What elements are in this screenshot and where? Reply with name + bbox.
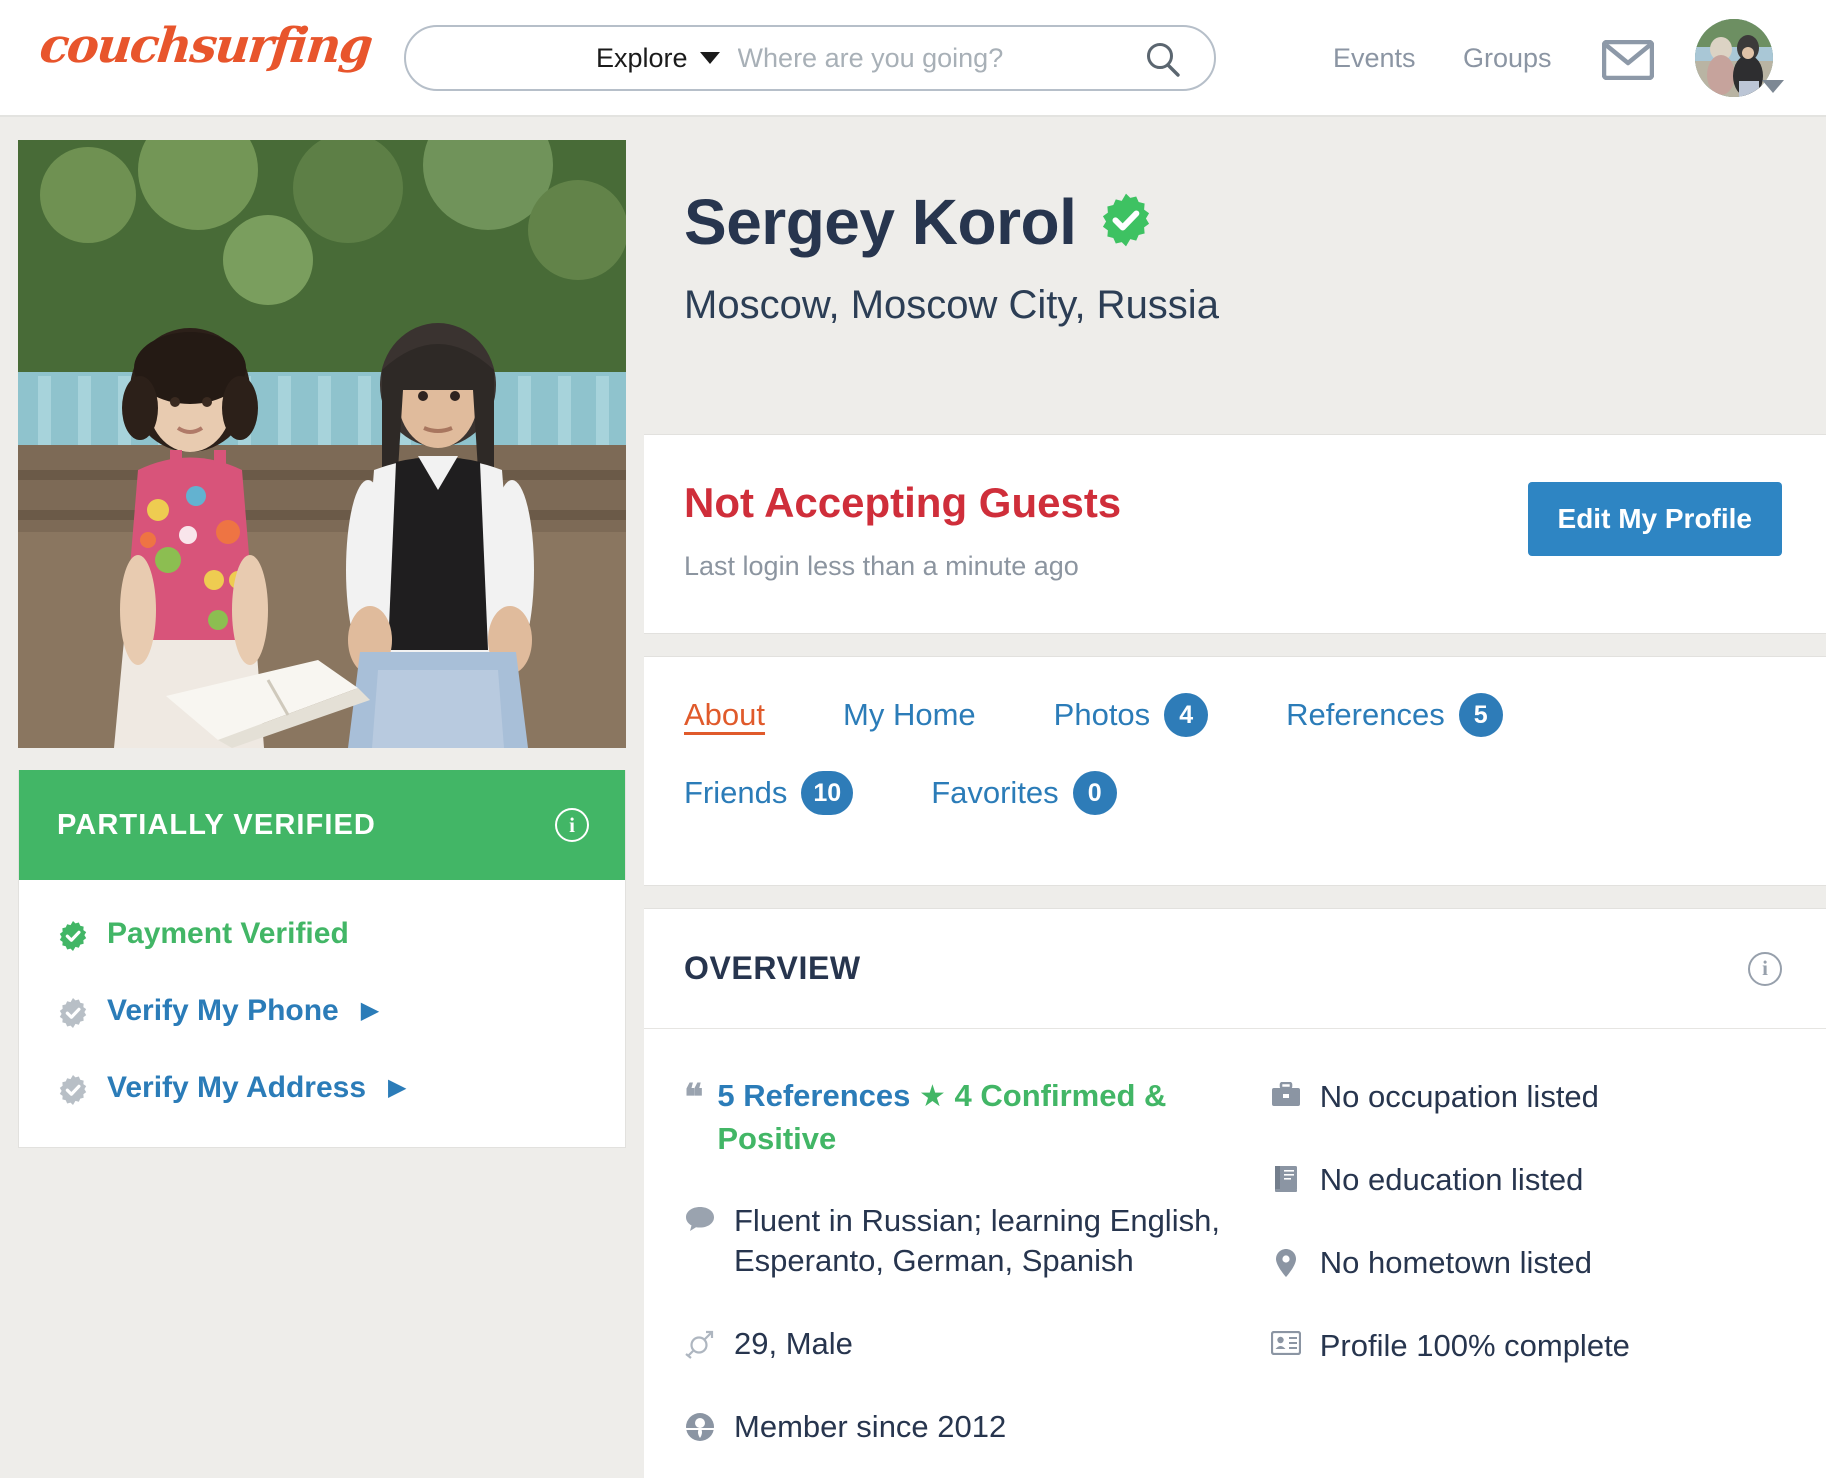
- book-icon: [1270, 1165, 1302, 1193]
- search-scope-label: Explore: [596, 42, 688, 73]
- couchsurfing-profile-page: couchsurfing Explore Events Groups: [0, 0, 1826, 1478]
- chevron-right-icon: ▶: [388, 1074, 407, 1101]
- map-pin-icon: [1270, 1248, 1302, 1278]
- page-title: Sergey Korol: [684, 186, 1077, 258]
- site-header: couchsurfing Explore Events Groups: [0, 0, 1826, 117]
- id-card-icon: [1270, 1330, 1302, 1355]
- overview-item-text: No education listed: [1319, 1161, 1584, 1197]
- profile-photo[interactable]: [18, 140, 626, 748]
- tab-photos[interactable]: Photos 4: [1054, 693, 1209, 737]
- unverified-badge-icon: [57, 1073, 89, 1107]
- search-button[interactable]: [1142, 39, 1184, 81]
- nav-link-events[interactable]: Events: [1333, 43, 1416, 74]
- overview-item-member-since: Member since 2012: [684, 1407, 1270, 1448]
- tab-label: Favorites: [931, 775, 1059, 810]
- couchsurfing-logo[interactable]: couchsurfing: [37, 18, 374, 74]
- overview-panel: OVERVIEW i ❝ 5 References ★ 4 Confirmed …: [644, 908, 1826, 1478]
- overview-item-text: Member since 2012: [734, 1409, 1007, 1445]
- search-input[interactable]: [737, 42, 1118, 74]
- speech-bubble-icon: [684, 1206, 716, 1232]
- overview-item-age-gender: 29, Male: [684, 1324, 1270, 1365]
- search-bar[interactable]: Explore: [404, 25, 1216, 91]
- overview-left-column: ❝ 5 References ★ 4 Confirmed & Positive: [684, 1075, 1270, 1478]
- tab-count-badge: 4: [1164, 693, 1209, 737]
- tab-my-home[interactable]: My Home: [843, 697, 976, 733]
- verification-item-phone[interactable]: Verify My Phone ▶: [57, 991, 587, 1030]
- verification-status-header: PARTIALLY VERIFIED i: [19, 770, 625, 880]
- overview-item-text: Profile 100% complete: [1319, 1327, 1630, 1363]
- verification-card: PARTIALLY VERIFIED i Payment Verified Ve…: [18, 770, 626, 1148]
- profile-location: Moscow, Moscow City, Russia: [684, 283, 1219, 327]
- overview-item-profile-completion: Profile 100% complete: [1270, 1326, 1786, 1367]
- unverified-badge-icon: [57, 996, 89, 1030]
- messages-button[interactable]: [1601, 39, 1655, 85]
- tab-count-badge: 5: [1458, 693, 1503, 737]
- overview-item-occupation: No occupation listed: [1270, 1077, 1786, 1118]
- tab-label: Photos: [1053, 697, 1151, 732]
- overview-item-hometown: No hometown listed: [1270, 1243, 1786, 1284]
- overview-right-column: No occupation listed No education listed…: [1270, 1075, 1786, 1478]
- overview-body: ❝ 5 References ★ 4 Confirmed & Positive: [644, 1029, 1826, 1478]
- tab-label: My Home: [843, 697, 976, 732]
- tab-friends[interactable]: Friends 10: [684, 771, 854, 815]
- info-icon[interactable]: i: [555, 808, 589, 842]
- chevron-right-icon: ▶: [360, 997, 380, 1024]
- verification-item-payment: Payment Verified: [57, 914, 587, 953]
- tab-count-badge: 10: [801, 771, 854, 815]
- references-count-link[interactable]: 5 References: [717, 1078, 910, 1113]
- verified-badge-icon: [1098, 192, 1154, 253]
- left-column: PARTIALLY VERIFIED i Payment Verified Ve…: [18, 140, 626, 1148]
- panel-divider: [644, 886, 1826, 908]
- overview-item-text: 29, Male: [734, 1326, 853, 1362]
- references-summary: ❝ 5 References ★ 4 Confirmed & Positive: [684, 1075, 1270, 1161]
- profile-photo-image: [18, 140, 626, 748]
- overview-item-languages: Fluent in Russian; learning English, Esp…: [684, 1201, 1270, 1283]
- verification-item-label: Payment Verified: [107, 916, 349, 950]
- tab-favorites[interactable]: Favorites 0: [931, 771, 1117, 815]
- member-icon: [684, 1412, 716, 1442]
- verification-status-label: PARTIALLY VERIFIED: [57, 808, 376, 841]
- tab-references[interactable]: References 5: [1286, 693, 1503, 737]
- account-menu-chevron-down-icon[interactable]: [1762, 80, 1784, 93]
- edit-profile-button[interactable]: Edit My Profile: [1527, 482, 1782, 556]
- tab-label: About: [684, 697, 766, 732]
- verified-badge-icon: [57, 919, 89, 953]
- tab-count-badge: 0: [1072, 771, 1117, 815]
- info-icon[interactable]: i: [1748, 951, 1782, 986]
- gender-icon: [684, 1329, 716, 1360]
- overview-item-text: No hometown listed: [1319, 1244, 1592, 1280]
- verification-items: Payment Verified Verify My Phone ▶ Verif…: [19, 880, 625, 1147]
- verification-item-address[interactable]: Verify My Address ▶: [57, 1068, 587, 1107]
- star-icon: ★: [919, 1080, 946, 1113]
- tab-about[interactable]: About: [684, 697, 765, 733]
- overview-item-text: No occupation listed: [1319, 1079, 1599, 1114]
- tab-label: References: [1286, 697, 1445, 732]
- tab-label: Friends: [684, 775, 788, 810]
- envelope-icon: [1601, 39, 1655, 81]
- overview-title: OVERVIEW: [684, 950, 861, 986]
- overview-item-education: No education listed: [1270, 1160, 1786, 1201]
- overview-header: OVERVIEW i: [644, 909, 1826, 1029]
- profile-identity: Sergey Korol Moscow, Moscow City, Russia: [644, 117, 1826, 434]
- panel-divider: [644, 634, 1826, 656]
- overview-item-text: Fluent in Russian; learning English, Esp…: [734, 1202, 1220, 1279]
- verification-item-label[interactable]: Verify My Address: [107, 1071, 366, 1105]
- search-scope-dropdown[interactable]: Explore: [596, 43, 720, 74]
- hosting-status-panel: Not Accepting Guests Last login less tha…: [644, 434, 1826, 634]
- right-column: Sergey Korol Moscow, Moscow City, Russia…: [644, 117, 1826, 1478]
- chevron-down-icon: [699, 52, 720, 64]
- briefcase-icon: [1270, 1082, 1302, 1108]
- profile-tabs: About My Home Photos 4 References 5 Frie…: [644, 656, 1826, 886]
- search-icon: [1147, 43, 1180, 77]
- verification-item-label[interactable]: Verify My Phone: [107, 994, 339, 1028]
- quote-icon: ❝: [684, 1077, 704, 1117]
- nav-link-groups[interactable]: Groups: [1463, 43, 1552, 74]
